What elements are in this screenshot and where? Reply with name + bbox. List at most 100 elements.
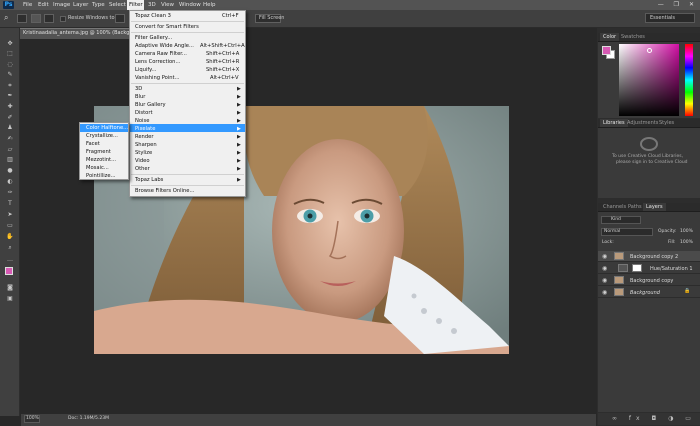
clone-stamp-tool-icon[interactable]: ♟: [5, 124, 15, 131]
menu-separator: [131, 21, 244, 22]
doc-info: Doc: 1.19M/5.23M: [68, 416, 109, 421]
layer-thumbnail: [614, 252, 624, 260]
filter-menu-item[interactable]: Lens Correction...: [135, 59, 180, 65]
opacity-label: Opacity:: [658, 229, 677, 234]
shape-tool-icon[interactable]: ▭: [5, 222, 15, 229]
tab-swatches[interactable]: Swatches: [618, 33, 648, 41]
history-brush-tool-icon[interactable]: ✍: [5, 135, 15, 142]
filter-menu-item[interactable]: Vanishing Point...: [135, 75, 180, 81]
eraser-tool-icon[interactable]: ▱: [5, 146, 15, 153]
zoom-in-button[interactable]: [17, 14, 27, 23]
menu-help[interactable]: Help: [203, 2, 216, 8]
zoom-all-checkbox[interactable]: [115, 14, 125, 23]
menu-view[interactable]: View: [161, 2, 174, 8]
hand-tool-icon[interactable]: ✋: [5, 233, 15, 240]
filter-browse-online[interactable]: Browse Filters Online...: [135, 188, 194, 194]
quick-select-tool-icon[interactable]: ✎: [5, 71, 15, 78]
gradient-tool-icon[interactable]: ▥: [5, 156, 15, 163]
filter-submenu-sharpen[interactable]: Sharpen: [135, 142, 157, 148]
visibility-eye-icon[interactable]: ◉: [602, 289, 607, 296]
adjustment-icon: [618, 264, 628, 272]
window-controls[interactable]: — ❐ ✕: [658, 1, 698, 8]
submenu-arrow-icon: ▶: [237, 102, 241, 108]
filter-submenu-render[interactable]: Render: [135, 134, 153, 140]
healing-tool-icon[interactable]: ✚: [5, 103, 15, 110]
panel-foreground-swatch[interactable]: [602, 46, 611, 55]
filter-submenu-blur[interactable]: Blur: [135, 94, 145, 100]
move-tool-icon[interactable]: ✥: [5, 40, 15, 47]
marquee-tool-icon[interactable]: ⬚: [5, 50, 15, 57]
pixelate-facet[interactable]: Facet: [86, 141, 100, 147]
zoom-in-selected-button[interactable]: [31, 14, 41, 23]
filter-menu-item[interactable]: Adaptive Wide Angle...: [135, 43, 194, 49]
menu-type[interactable]: Type: [92, 2, 105, 8]
visibility-eye-icon[interactable]: ◉: [602, 265, 607, 272]
crop-tool-icon[interactable]: ⌗: [5, 82, 15, 89]
fill-screen-label: Fill Screen: [259, 15, 285, 21]
menu-select[interactable]: Select: [109, 2, 126, 8]
zoom-out-button[interactable]: [44, 14, 54, 23]
tab-color[interactable]: Color: [600, 33, 620, 41]
filter-last-item[interactable]: Topaz Clean 3: [135, 13, 171, 19]
zoom-tool-icon[interactable]: ⌕: [4, 13, 8, 23]
visibility-eye-icon[interactable]: ◉: [602, 253, 607, 260]
filter-submenu-noise[interactable]: Noise: [135, 118, 149, 124]
menu-filter[interactable]: Filter: [129, 2, 143, 8]
color-picker-pointer[interactable]: [647, 48, 652, 53]
creative-cloud-icon: [640, 137, 658, 151]
lock-icon: 🔒: [684, 288, 691, 294]
zoom-tool-panel-icon[interactable]: ⌕: [5, 244, 15, 251]
type-tool-icon[interactable]: T: [5, 200, 15, 207]
path-select-tool-icon[interactable]: ➤: [5, 211, 15, 218]
color-picker-field[interactable]: [619, 44, 679, 116]
filter-menu-item[interactable]: Camera Raw Filter...: [135, 51, 187, 57]
filter-submenu-3d[interactable]: 3D: [135, 86, 142, 92]
layer-kind-filter[interactable]: [601, 216, 641, 224]
filter-convert-smart[interactable]: Convert for Smart Filters: [135, 24, 199, 30]
tab-styles[interactable]: Styles: [656, 119, 677, 127]
filter-submenu-stylize[interactable]: Stylize: [135, 150, 152, 156]
foreground-color-swatch[interactable]: [5, 267, 13, 275]
pen-tool-icon[interactable]: ✑: [5, 189, 15, 196]
filter-menu-shortcut: Shift+Ctrl+R: [206, 59, 240, 65]
pixelate-mezzotint[interactable]: Mezzotint...: [86, 157, 116, 163]
submenu-arrow-icon: ▶: [237, 118, 241, 124]
menu-edit[interactable]: Edit: [38, 2, 49, 8]
layer-actions-icons[interactable]: ∞ fx ◘ ◑ ▭ ▣ ⌫: [612, 416, 700, 422]
brush-tool-icon[interactable]: ✐: [5, 114, 15, 121]
filter-menu-item[interactable]: Liquify...: [135, 67, 156, 73]
eyedropper-tool-icon[interactable]: ✒: [5, 92, 15, 99]
blur-tool-icon[interactable]: ●: [5, 167, 15, 174]
filter-submenu-video[interactable]: Video: [135, 158, 150, 164]
more-tools-icon[interactable]: …: [5, 256, 15, 263]
lasso-tool-icon[interactable]: ◌: [5, 61, 15, 68]
opacity-value[interactable]: 100%: [680, 229, 693, 235]
pixelate-fragment[interactable]: Fragment: [86, 149, 111, 155]
filter-submenu-pixelate[interactable]: Pixelate: [135, 126, 155, 132]
menu-layer[interactable]: Layer: [73, 2, 88, 8]
library-message-2: please sign in to Creative Cloud: [616, 160, 688, 165]
visibility-eye-icon[interactable]: ◉: [602, 277, 607, 284]
tab-paths[interactable]: Paths: [625, 203, 645, 211]
filter-submenu-blur-gallery[interactable]: Blur Gallery: [135, 102, 166, 108]
quick-mask-icon[interactable]: ◙: [5, 284, 15, 291]
menu-window[interactable]: Window: [179, 2, 201, 8]
pixelate-crystallize[interactable]: Crystallize...: [86, 133, 118, 139]
tab-layers[interactable]: Layers: [643, 203, 666, 211]
filter-submenu-other[interactable]: Other: [135, 166, 150, 172]
menu-3d[interactable]: 3D: [148, 2, 156, 8]
pixelate-mosaic[interactable]: Mosaic...: [86, 165, 109, 171]
hue-slider[interactable]: [685, 44, 693, 116]
filter-submenu-topaz[interactable]: Topaz Labs: [135, 177, 163, 183]
dodge-tool-icon[interactable]: ◐: [5, 178, 15, 185]
resize-windows-label: Resize Windows to Fit: [68, 15, 122, 21]
resize-windows-checkbox[interactable]: [60, 16, 66, 22]
filter-menu-item[interactable]: Filter Gallery...: [135, 35, 172, 41]
menu-image[interactable]: Image: [53, 2, 70, 8]
screen-mode-icon[interactable]: ▣: [5, 295, 15, 302]
filter-submenu-distort[interactable]: Distort: [135, 110, 153, 116]
fill-value[interactable]: 100%: [680, 240, 693, 246]
pixelate-pointillize[interactable]: Pointillize...: [86, 173, 116, 179]
menu-file[interactable]: File: [23, 2, 32, 8]
pixelate-color-halftone[interactable]: Color Halftone...: [86, 125, 128, 131]
